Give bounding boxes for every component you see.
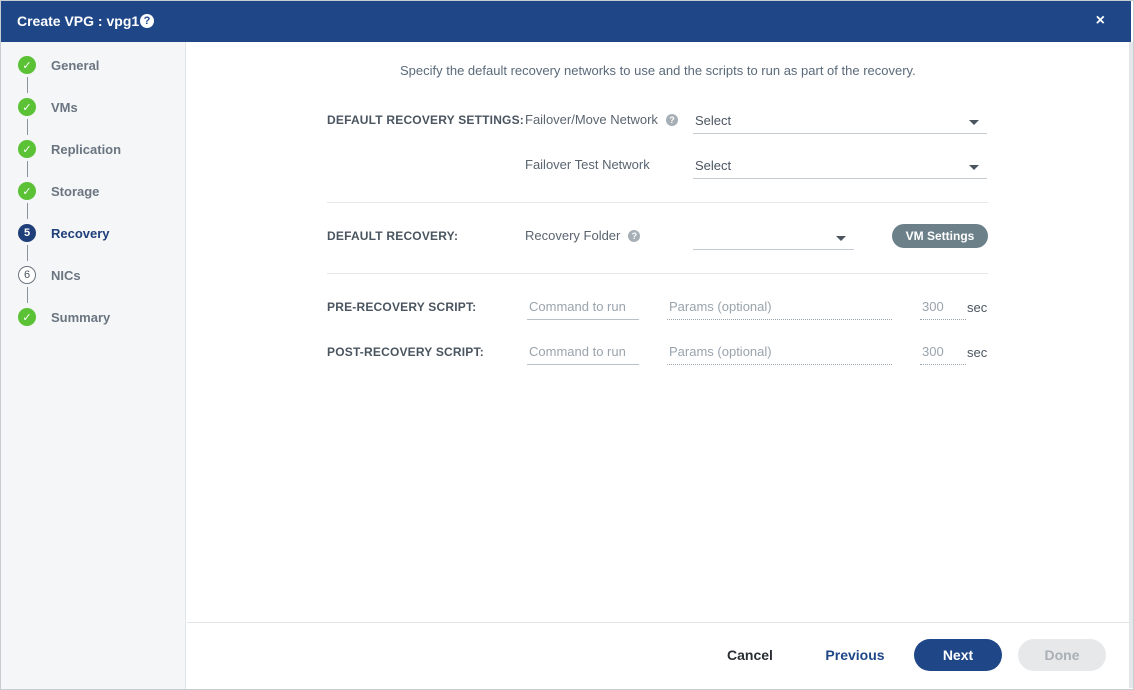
step-connector <box>27 203 28 219</box>
step-label: VMs <box>51 99 78 115</box>
pre-recovery-command-input[interactable]: Command to run <box>527 296 639 320</box>
wizard-steps-sidebar: ✓ General ✓ VMs ✓ Replication ✓ Storage … <box>1 42 186 689</box>
pre-recovery-script-label: PRE-RECOVERY SCRIPT: <box>327 300 477 314</box>
recovery-folder-label: Recovery Folder? <box>525 228 641 243</box>
step-number-icon: 6 <box>18 266 36 284</box>
recovery-folder-select[interactable] <box>693 226 854 250</box>
help-icon[interactable]: ? <box>628 230 641 242</box>
failover-move-network-text: Failover/Move Network <box>525 112 658 127</box>
step-vms[interactable]: ✓ VMs <box>18 97 78 117</box>
recovery-step-content: Specify the default recovery networks to… <box>187 42 1129 622</box>
section-divider <box>327 273 988 274</box>
chevron-down-icon <box>969 165 979 170</box>
step-general[interactable]: ✓ General <box>18 55 99 75</box>
step-label: General <box>51 57 100 73</box>
next-button[interactable]: Next <box>914 639 1002 671</box>
step-label: NICs <box>51 267 81 283</box>
check-icon: ✓ <box>18 98 36 116</box>
select-value: Select <box>695 113 732 128</box>
post-recovery-script-label: POST-RECOVERY SCRIPT: <box>327 345 484 359</box>
pre-recovery-timeout-unit: sec <box>967 300 988 315</box>
step-summary[interactable]: ✓ Summary <box>18 307 110 327</box>
select-value: Select <box>695 158 732 173</box>
post-recovery-params-input[interactable]: Params (optional) <box>667 341 892 365</box>
dialog-footer: Cancel Previous Next Done <box>187 622 1129 688</box>
post-recovery-command-input[interactable]: Command to run <box>527 341 639 365</box>
step-label: Recovery <box>51 225 110 241</box>
step-number-icon: 5 <box>18 224 36 242</box>
step-storage[interactable]: ✓ Storage <box>18 181 99 201</box>
intro-text: Specify the default recovery networks to… <box>400 63 916 78</box>
dialog-title: Create VPG : vpg1 <box>17 13 140 29</box>
failover-move-network-label: Failover/Move Network? <box>525 112 678 127</box>
done-button[interactable]: Done <box>1018 639 1106 671</box>
section-divider <box>327 202 988 203</box>
default-recovery-label: DEFAULT RECOVERY: <box>327 229 459 243</box>
dialog-titlebar: Create VPG : vpg1 ? × <box>1 1 1131 42</box>
check-icon: ✓ <box>18 182 36 200</box>
default-recovery-settings-label: DEFAULT RECOVERY SETTINGS: <box>327 113 524 127</box>
check-icon: ✓ <box>18 308 36 326</box>
step-label: Storage <box>51 183 100 199</box>
step-label: Summary <box>51 309 111 325</box>
check-icon: ✓ <box>18 56 36 74</box>
cancel-button[interactable]: Cancel <box>712 639 788 671</box>
step-nics[interactable]: 6 NICs <box>18 265 81 285</box>
step-connector <box>27 287 28 303</box>
check-icon: ✓ <box>18 140 36 158</box>
vm-settings-button[interactable]: VM Settings <box>892 224 988 248</box>
failover-test-network-select[interactable]: Select <box>693 155 987 179</box>
step-label: Replication <box>51 141 122 157</box>
scroll-strip <box>1129 42 1133 688</box>
help-icon[interactable]: ? <box>140 14 154 28</box>
failover-move-network-select[interactable]: Select <box>693 110 987 134</box>
previous-button[interactable]: Previous <box>815 639 895 671</box>
chevron-down-icon <box>836 236 846 241</box>
pre-recovery-params-input[interactable]: Params (optional) <box>667 296 892 320</box>
step-recovery[interactable]: 5 Recovery <box>18 223 110 243</box>
post-recovery-timeout-unit: sec <box>967 345 988 360</box>
pre-recovery-timeout-input[interactable]: 300 <box>920 296 966 320</box>
step-connector <box>27 77 28 93</box>
post-recovery-timeout-input[interactable]: 300 <box>920 341 966 365</box>
step-connector <box>27 161 28 177</box>
step-connector <box>27 119 28 135</box>
step-connector <box>27 245 28 261</box>
step-replication[interactable]: ✓ Replication <box>18 139 121 159</box>
recovery-folder-text: Recovery Folder <box>525 228 621 243</box>
chevron-down-icon <box>969 120 979 125</box>
help-icon[interactable]: ? <box>665 114 678 126</box>
create-vpg-dialog: Create VPG : vpg1 ? × ✓ General ✓ VMs ✓ … <box>0 0 1134 690</box>
failover-test-network-label: Failover Test Network <box>525 157 650 172</box>
close-icon[interactable]: × <box>1096 12 1105 30</box>
